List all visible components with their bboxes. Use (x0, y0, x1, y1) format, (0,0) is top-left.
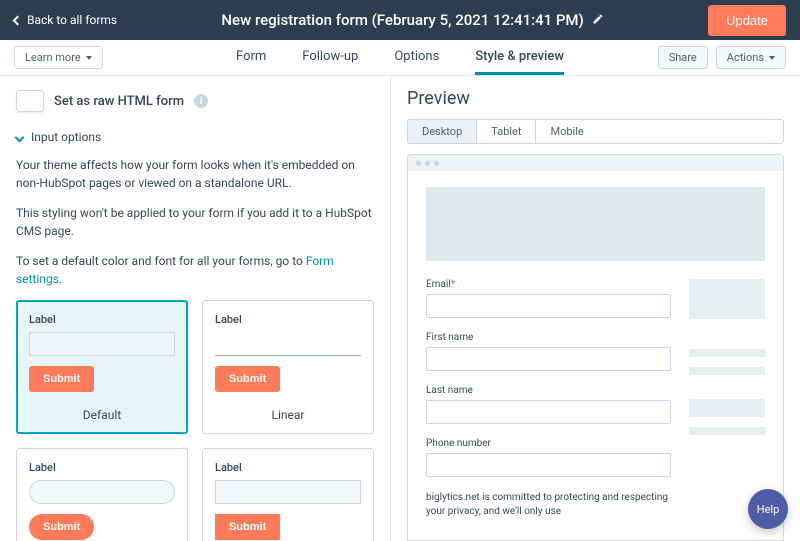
page-title-group: New registration form (February 5, 2021 … (117, 11, 708, 29)
preview-window: Email* First name Last name Phone number… (407, 154, 784, 541)
disclaimer-text: biglytics.net is committed to protecting… (426, 491, 671, 519)
phone-label: Phone number (426, 438, 671, 449)
preview-title: Preview (407, 88, 784, 109)
style-panel: Set as raw HTML form i Input options You… (0, 76, 390, 541)
style-card-linear[interactable]: Label Submit Linear (202, 300, 374, 434)
caret-down-icon (86, 56, 92, 60)
email-label: Email* (426, 279, 671, 290)
help-button[interactable]: Help (748, 489, 788, 529)
sample-input (215, 480, 361, 504)
back-label: Back to all forms (27, 13, 117, 27)
style-card-default[interactable]: Label Submit Default (16, 300, 188, 434)
last-name-field[interactable] (426, 400, 671, 424)
raw-html-checkbox[interactable] (16, 90, 44, 112)
sample-input (29, 332, 175, 356)
sample-submit: Submit (29, 366, 94, 392)
learn-more-dropdown[interactable]: Learn more (14, 46, 103, 69)
chevron-down-icon (15, 132, 25, 142)
info-icon[interactable]: i (194, 94, 208, 108)
first-name-field[interactable] (426, 347, 671, 371)
update-button[interactable]: Update (708, 5, 786, 36)
page-title: New registration form (February 5, 2021 … (221, 11, 583, 29)
back-to-forms-link[interactable]: Back to all forms (14, 13, 117, 27)
share-button[interactable]: Share (658, 46, 708, 69)
description-para-3: To set a default color and font for all … (16, 252, 374, 288)
window-dot-icon (425, 161, 430, 166)
tab-follow-up[interactable]: Follow-up (302, 40, 358, 75)
last-name-label: Last name (426, 385, 671, 396)
email-field[interactable] (426, 294, 671, 318)
form-column: Email* First name Last name Phone number… (426, 279, 671, 519)
top-bar: Back to all forms New registration form … (0, 0, 800, 40)
raw-html-label: Set as raw HTML form (54, 94, 184, 109)
device-tab-mobile[interactable]: Mobile (536, 120, 597, 143)
style-card-round[interactable]: Label Submit Round (16, 448, 188, 541)
window-dot-icon (416, 161, 421, 166)
main-tabs: Form Follow-up Options Style & preview (236, 40, 564, 75)
sample-input (215, 332, 361, 356)
edit-title-icon[interactable] (592, 11, 604, 29)
sample-input (29, 480, 175, 504)
style-grid: Label Submit Default Label Submit Linear… (16, 300, 374, 541)
tab-options[interactable]: Options (394, 40, 439, 75)
device-tab-tablet[interactable]: Tablet (477, 120, 536, 143)
phone-field[interactable] (426, 453, 671, 477)
input-options-toggle[interactable]: Input options (16, 130, 374, 144)
tab-form[interactable]: Form (236, 40, 266, 75)
actions-dropdown[interactable]: Actions (716, 46, 786, 69)
window-bar (408, 155, 783, 171)
window-dot-icon (434, 161, 439, 166)
chevron-left-icon (13, 15, 23, 25)
style-card-sharp[interactable]: Label Submit Sharp (202, 448, 374, 541)
sub-bar: Learn more Form Follow-up Options Style … (0, 40, 800, 76)
sample-submit: Submit (215, 366, 280, 392)
sample-submit: Submit (29, 514, 94, 540)
device-tab-desktop[interactable]: Desktop (408, 120, 477, 143)
section-title: Input options (31, 130, 101, 144)
sidebar-placeholder (689, 279, 765, 519)
tab-style-preview[interactable]: Style & preview (475, 40, 564, 75)
preview-body: Email* First name Last name Phone number… (408, 171, 783, 540)
raw-html-row: Set as raw HTML form i (16, 90, 374, 112)
description-para-2: This styling won't be applied to your fo… (16, 204, 374, 240)
caret-down-icon (769, 56, 775, 60)
sample-submit: Submit (215, 514, 280, 540)
device-tabs: Desktop Tablet Mobile (407, 119, 784, 144)
description-para-1: Your theme affects how your form looks w… (16, 156, 374, 192)
first-name-label: First name (426, 332, 671, 343)
main-content: Set as raw HTML form i Input options You… (0, 76, 800, 541)
hero-placeholder (426, 187, 765, 261)
preview-panel: Preview Desktop Tablet Mobile Email* Fir… (390, 76, 800, 541)
